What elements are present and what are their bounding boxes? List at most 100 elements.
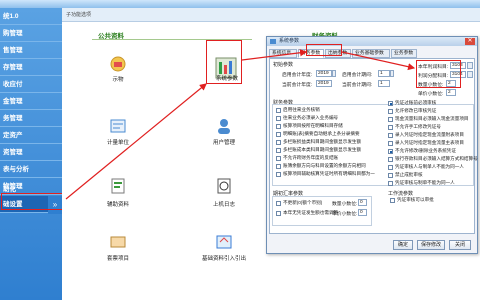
start-year-spinner[interactable] — [332, 70, 336, 77]
fx-qty-field[interactable]: 0 — [358, 199, 367, 206]
sidebar-item-finance[interactable]: 务管理 — [0, 110, 62, 127]
distribution-account-lookup[interactable] — [467, 71, 473, 78]
icon-label-supplier: 示物 — [112, 77, 124, 83]
subfunction-tabbar: 子功能选项 — [62, 8, 480, 22]
start-period-spinner[interactable] — [390, 70, 394, 77]
cb-label: 明细账(表)摘要自动继承上条分录摘要 — [283, 131, 360, 136]
cb-label: 不允许跨财务年度的反结账 — [283, 155, 339, 160]
cb-label: 凭证审核人与制单人不能为同一人 — [395, 164, 464, 169]
title-bar — [0, 0, 480, 8]
dialog-title: 系统参数 — [279, 38, 300, 44]
sidebar-item-purchase[interactable]: 购管理 — [0, 25, 62, 42]
cb-label: 录入凭证时指定现金流量主表项目 — [395, 140, 464, 145]
cur-period-field[interactable]: 1 — [378, 80, 390, 87]
cb-label: 多栏账成本类科目期间金额显示发生额 — [283, 147, 362, 152]
cb-review-before-post[interactable] — [388, 101, 393, 106]
cb-fx-no-update[interactable] — [276, 201, 281, 206]
cb-label: 录入凭证时指定现金流量附表项目 — [395, 132, 464, 137]
sidebar-item-reports[interactable]: 表与分析 — [0, 161, 62, 178]
cb-cashflow-main[interactable] — [388, 141, 393, 146]
cb-edit-reviewed[interactable] — [388, 109, 393, 114]
sidebar-item-cash[interactable]: 金管理 — [0, 93, 62, 110]
cb-aux-one[interactable] — [276, 172, 281, 177]
sidebar-item-system[interactable]: 统1.0 — [0, 8, 62, 25]
cb-bank-settlement[interactable] — [388, 157, 393, 162]
save-changes-button[interactable]: 保存修改 — [417, 240, 445, 250]
tab-business-params[interactable]: 业务参数 — [391, 49, 417, 58]
cb-label: 不更新(0)额个币别) — [283, 200, 323, 205]
cb-no-batch-review[interactable] — [388, 173, 393, 178]
start-year-field[interactable]: 2019 — [316, 70, 332, 77]
import-export-icon[interactable] — [214, 232, 234, 252]
start-period-field[interactable]: 1 — [378, 70, 390, 77]
cur-period-label: 当前会计期间: — [342, 83, 373, 88]
app-icon — [270, 39, 276, 44]
icon-label-ticket: 套票项目 — [106, 256, 129, 262]
sidebar-item-payroll[interactable]: 资管理 — [0, 144, 62, 161]
start-period-label: 启用会计期间: — [342, 73, 373, 78]
icon-label-aux: 辅助资料 — [106, 202, 129, 208]
cb-cross-year[interactable] — [276, 156, 281, 161]
profit-accounts-highlight — [416, 60, 461, 88]
cb-balance-direction[interactable] — [276, 164, 281, 169]
tab-business-base[interactable]: 业务基础参数 — [352, 49, 390, 58]
cb-label: 禁止成批审核 — [395, 172, 423, 177]
supplier-icon[interactable] — [108, 54, 128, 74]
cb-writeoff[interactable] — [276, 108, 281, 113]
cb-label: 凭证审核与制单不能为同一人 — [395, 180, 455, 185]
cb-workflow-approve[interactable] — [390, 198, 395, 203]
cb-reviewer-not-maker[interactable] — [388, 165, 393, 170]
tab-system-info[interactable]: 系统信息 — [269, 49, 297, 58]
dialog-close-button[interactable]: ✕ — [465, 38, 475, 45]
unit-icon[interactable] — [108, 116, 128, 136]
cur-year-label: 当前会计年度: — [282, 83, 313, 88]
cb-label: 现金流量科目必须输入现金流量项目 — [395, 116, 469, 121]
cb-label: 多栏账损益类科目期间金额显示发生额 — [283, 139, 362, 144]
cb-cashflow-sub[interactable] — [388, 133, 393, 138]
icon-label-user: 用户管理 — [212, 140, 235, 146]
icon-label-import: 基础资料引入引出 — [202, 256, 247, 262]
sidebar-highlight-box — [1, 193, 63, 210]
sidebar-item-assets[interactable]: 定资产 — [0, 127, 62, 144]
price-decimal-label: 单价小数位: — [418, 92, 444, 97]
cb-manual-voucher-no[interactable] — [388, 125, 393, 130]
sidebar-item-ar-ap[interactable]: 收应付 — [0, 76, 62, 93]
workflow-section-title: 工作流参数 — [388, 191, 414, 197]
cb-cashflow-item[interactable] — [388, 117, 393, 122]
start-year-label: 启用会计年度: — [282, 73, 313, 78]
cb-no-edit-business[interactable] — [388, 149, 393, 154]
cb-review-not-same[interactable] — [388, 181, 393, 186]
cur-year-field[interactable]: 2019 — [316, 80, 332, 87]
cb-label: 凭证过账前必须审核 — [395, 100, 437, 105]
system-params-highlight — [206, 40, 242, 84]
icon-label-log: 上机日志 — [212, 202, 235, 208]
sidebar-item-sales[interactable]: 售管理 — [0, 42, 62, 59]
cb-store-detail[interactable] — [276, 124, 281, 129]
profit-account-lookup[interactable] — [467, 62, 473, 69]
cb-inherit-summary[interactable] — [276, 132, 281, 137]
cb-label: 本年无凭证发生额也需调整 — [283, 210, 339, 215]
cb-label: 往来业务必须录入业务编号 — [283, 115, 339, 120]
cb-label: 核算项目辅助核算凭证时所有明细科目都为一 — [283, 171, 375, 176]
cb-cost[interactable] — [276, 148, 281, 153]
tab-subfunctions[interactable]: 子功能选项 — [66, 11, 91, 18]
init-section-title: 初始参数 — [273, 62, 294, 68]
sidebar-item-inventory[interactable]: 存管理 — [0, 59, 62, 76]
log-icon[interactable] — [214, 176, 234, 196]
cb-label: 启用往来业务核销 — [283, 107, 320, 112]
price-decimal-field[interactable]: 2 — [446, 89, 456, 96]
fx-price-label: 单价小数位: — [332, 212, 358, 217]
close-button[interactable]: 关闭 — [449, 240, 471, 250]
module-sidebar: 统1.0 购管理 售管理 存管理 收应付 金管理 务管理 定资产 资管理 表与分… — [0, 8, 62, 300]
ok-button[interactable]: 确定 — [393, 240, 413, 250]
cb-fx-adjust[interactable] — [276, 211, 281, 216]
aux-data-icon[interactable] — [108, 176, 128, 196]
dialog-titlebar: 系统参数 — [267, 37, 477, 46]
cb-label: 不允许修改/删除业务系统凭证 — [395, 148, 456, 153]
cb-profit-loss[interactable] — [276, 140, 281, 145]
user-mgmt-icon[interactable] — [214, 116, 234, 136]
fx-qty-label: 数量小数位: — [332, 202, 358, 207]
fx-price-field[interactable]: 0 — [358, 209, 367, 216]
ticket-item-icon[interactable] — [108, 232, 128, 252]
cb-business-no[interactable] — [276, 116, 281, 121]
